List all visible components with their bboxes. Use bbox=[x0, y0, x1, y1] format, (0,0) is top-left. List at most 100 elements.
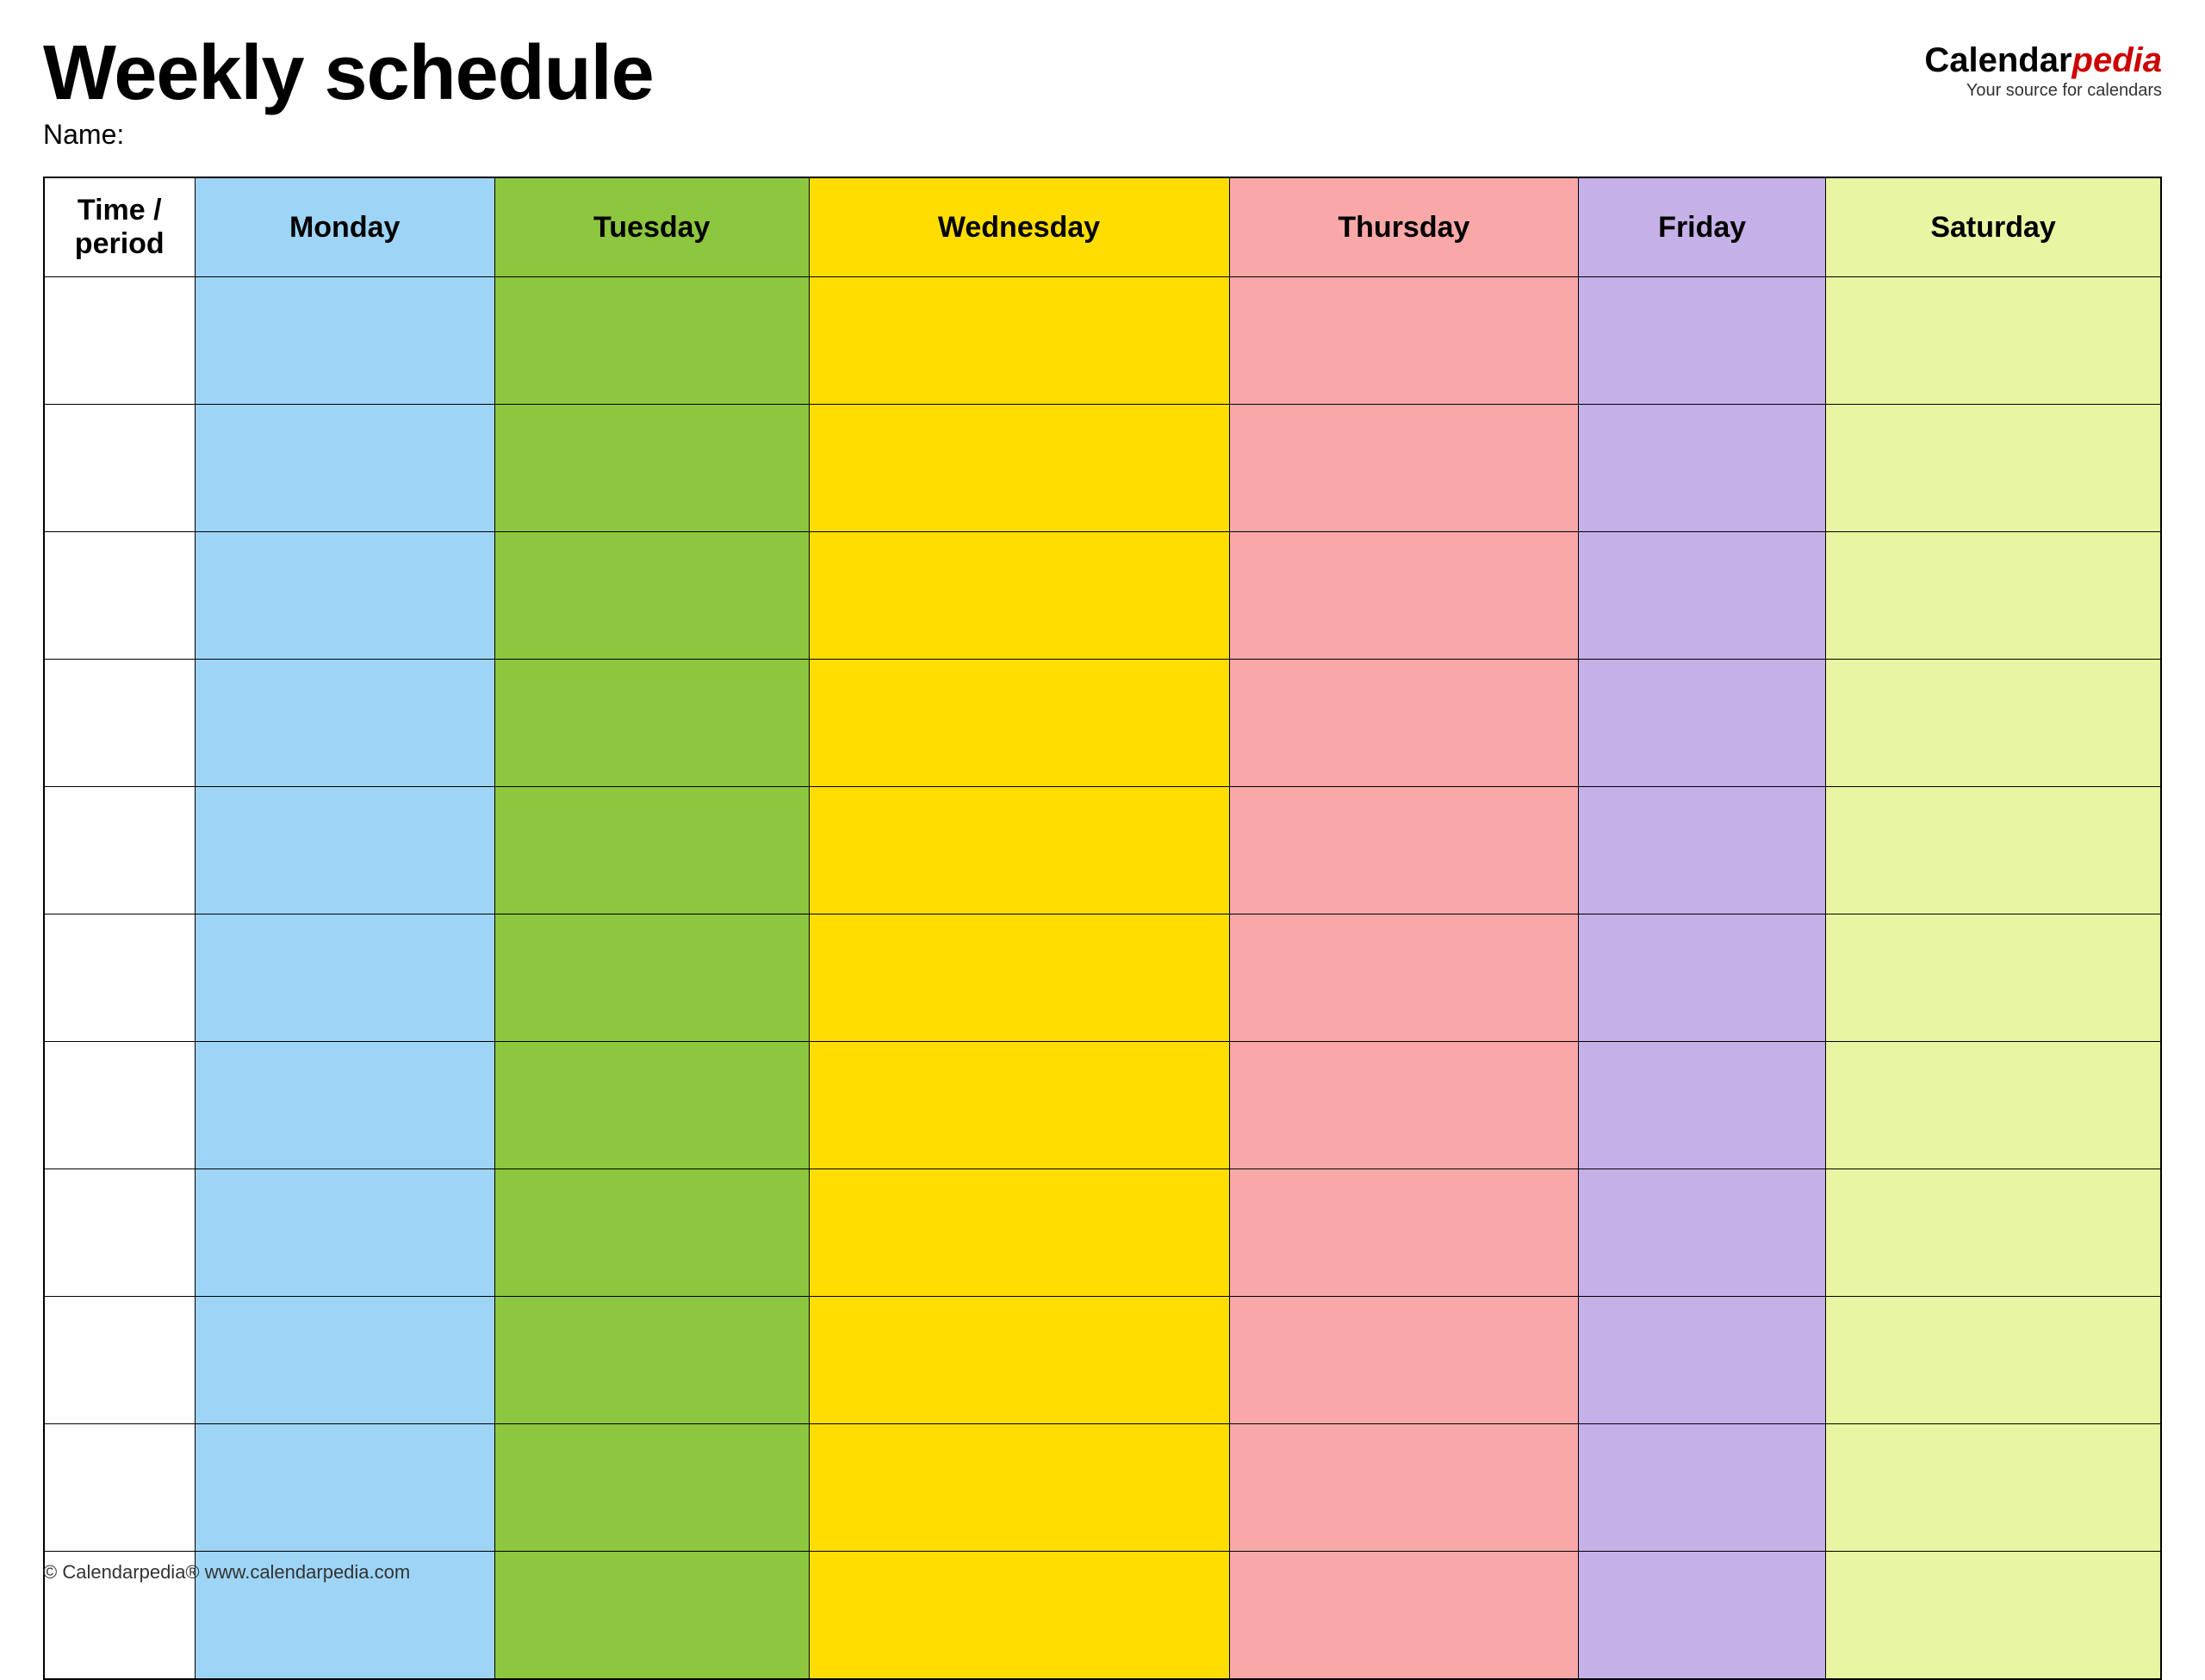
cell-thursday bbox=[1229, 532, 1579, 660]
cell-time bbox=[44, 277, 195, 405]
cell-friday bbox=[1579, 1042, 1826, 1169]
header-row: Time / period Monday Tuesday Wednesday T… bbox=[44, 177, 2161, 277]
col-header-thursday: Thursday bbox=[1229, 177, 1579, 277]
footer: © Calendarpedia® www.calendarpedia.com bbox=[43, 1561, 410, 1584]
cell-wednesday bbox=[809, 1169, 1229, 1297]
cell-thursday bbox=[1229, 660, 1579, 787]
cell-tuesday bbox=[494, 1552, 809, 1679]
cell-wednesday bbox=[809, 405, 1229, 532]
cell-saturday bbox=[1826, 787, 2161, 914]
cell-thursday bbox=[1229, 1297, 1579, 1424]
cell-monday bbox=[195, 787, 494, 914]
cell-saturday bbox=[1826, 1042, 2161, 1169]
cell-tuesday bbox=[494, 1042, 809, 1169]
cell-thursday bbox=[1229, 787, 1579, 914]
cell-tuesday bbox=[494, 1297, 809, 1424]
table-row bbox=[44, 1424, 2161, 1552]
logo-text: Calendarpedia bbox=[1924, 43, 2162, 77]
cell-friday bbox=[1579, 277, 1826, 405]
name-label: Name: bbox=[43, 119, 654, 151]
cell-thursday bbox=[1229, 1169, 1579, 1297]
page-title: Weekly schedule bbox=[43, 34, 654, 112]
cell-thursday bbox=[1229, 914, 1579, 1042]
cell-saturday bbox=[1826, 405, 2161, 532]
cell-time bbox=[44, 1424, 195, 1552]
col-header-monday: Monday bbox=[195, 177, 494, 277]
cell-friday bbox=[1579, 1424, 1826, 1552]
header: Weekly schedule Name: Calendarpedia Your… bbox=[43, 34, 2162, 151]
cell-time bbox=[44, 787, 195, 914]
table-row bbox=[44, 1297, 2161, 1424]
cell-friday bbox=[1579, 1169, 1826, 1297]
cell-time bbox=[44, 1042, 195, 1169]
cell-tuesday bbox=[494, 914, 809, 1042]
cell-saturday bbox=[1826, 1424, 2161, 1552]
cell-wednesday bbox=[809, 277, 1229, 405]
cell-time bbox=[44, 1297, 195, 1424]
cell-friday bbox=[1579, 1552, 1826, 1679]
cell-monday bbox=[195, 660, 494, 787]
col-header-time: Time / period bbox=[44, 177, 195, 277]
cell-tuesday bbox=[494, 532, 809, 660]
cell-saturday bbox=[1826, 1297, 2161, 1424]
cell-time bbox=[44, 532, 195, 660]
cell-time bbox=[44, 405, 195, 532]
cell-friday bbox=[1579, 914, 1826, 1042]
cell-monday bbox=[195, 1297, 494, 1424]
table-row bbox=[44, 1042, 2161, 1169]
col-header-saturday: Saturday bbox=[1826, 177, 2161, 277]
logo-pedia: pedia bbox=[2072, 41, 2162, 79]
cell-saturday bbox=[1826, 914, 2161, 1042]
logo-subtitle: Your source for calendars bbox=[1966, 81, 2162, 101]
cell-saturday bbox=[1826, 1169, 2161, 1297]
cell-saturday bbox=[1826, 532, 2161, 660]
logo-area: Calendarpedia Your source for calendars bbox=[1924, 43, 2162, 101]
cell-monday bbox=[195, 1042, 494, 1169]
cell-monday bbox=[195, 532, 494, 660]
cell-friday bbox=[1579, 660, 1826, 787]
cell-wednesday bbox=[809, 660, 1229, 787]
table-row bbox=[44, 405, 2161, 532]
cell-tuesday bbox=[494, 787, 809, 914]
cell-friday bbox=[1579, 1297, 1826, 1424]
cell-thursday bbox=[1229, 1424, 1579, 1552]
cell-tuesday bbox=[494, 405, 809, 532]
cell-monday bbox=[195, 1169, 494, 1297]
cell-monday bbox=[195, 405, 494, 532]
cell-saturday bbox=[1826, 1552, 2161, 1679]
cell-tuesday bbox=[494, 1424, 809, 1552]
logo-calendar: Calendar bbox=[1924, 41, 2071, 79]
cell-thursday bbox=[1229, 405, 1579, 532]
cell-time bbox=[44, 660, 195, 787]
cell-wednesday bbox=[809, 1552, 1229, 1679]
cell-thursday bbox=[1229, 1552, 1579, 1679]
cell-wednesday bbox=[809, 1042, 1229, 1169]
schedule-body bbox=[44, 277, 2161, 1679]
cell-thursday bbox=[1229, 1042, 1579, 1169]
col-header-wednesday: Wednesday bbox=[809, 177, 1229, 277]
table-row bbox=[44, 532, 2161, 660]
col-header-friday: Friday bbox=[1579, 177, 1826, 277]
col-header-tuesday: Tuesday bbox=[494, 177, 809, 277]
table-row bbox=[44, 914, 2161, 1042]
cell-wednesday bbox=[809, 1424, 1229, 1552]
cell-friday bbox=[1579, 532, 1826, 660]
cell-monday bbox=[195, 914, 494, 1042]
cell-saturday bbox=[1826, 277, 2161, 405]
title-section: Weekly schedule Name: bbox=[43, 34, 654, 151]
cell-tuesday bbox=[494, 1169, 809, 1297]
cell-thursday bbox=[1229, 277, 1579, 405]
cell-friday bbox=[1579, 787, 1826, 914]
cell-monday bbox=[195, 1424, 494, 1552]
table-row bbox=[44, 660, 2161, 787]
cell-saturday bbox=[1826, 660, 2161, 787]
table-row bbox=[44, 787, 2161, 914]
cell-wednesday bbox=[809, 787, 1229, 914]
table-row bbox=[44, 1169, 2161, 1297]
cell-wednesday bbox=[809, 1297, 1229, 1424]
cell-tuesday bbox=[494, 660, 809, 787]
cell-time bbox=[44, 1169, 195, 1297]
cell-monday bbox=[195, 277, 494, 405]
cell-wednesday bbox=[809, 914, 1229, 1042]
cell-time bbox=[44, 914, 195, 1042]
